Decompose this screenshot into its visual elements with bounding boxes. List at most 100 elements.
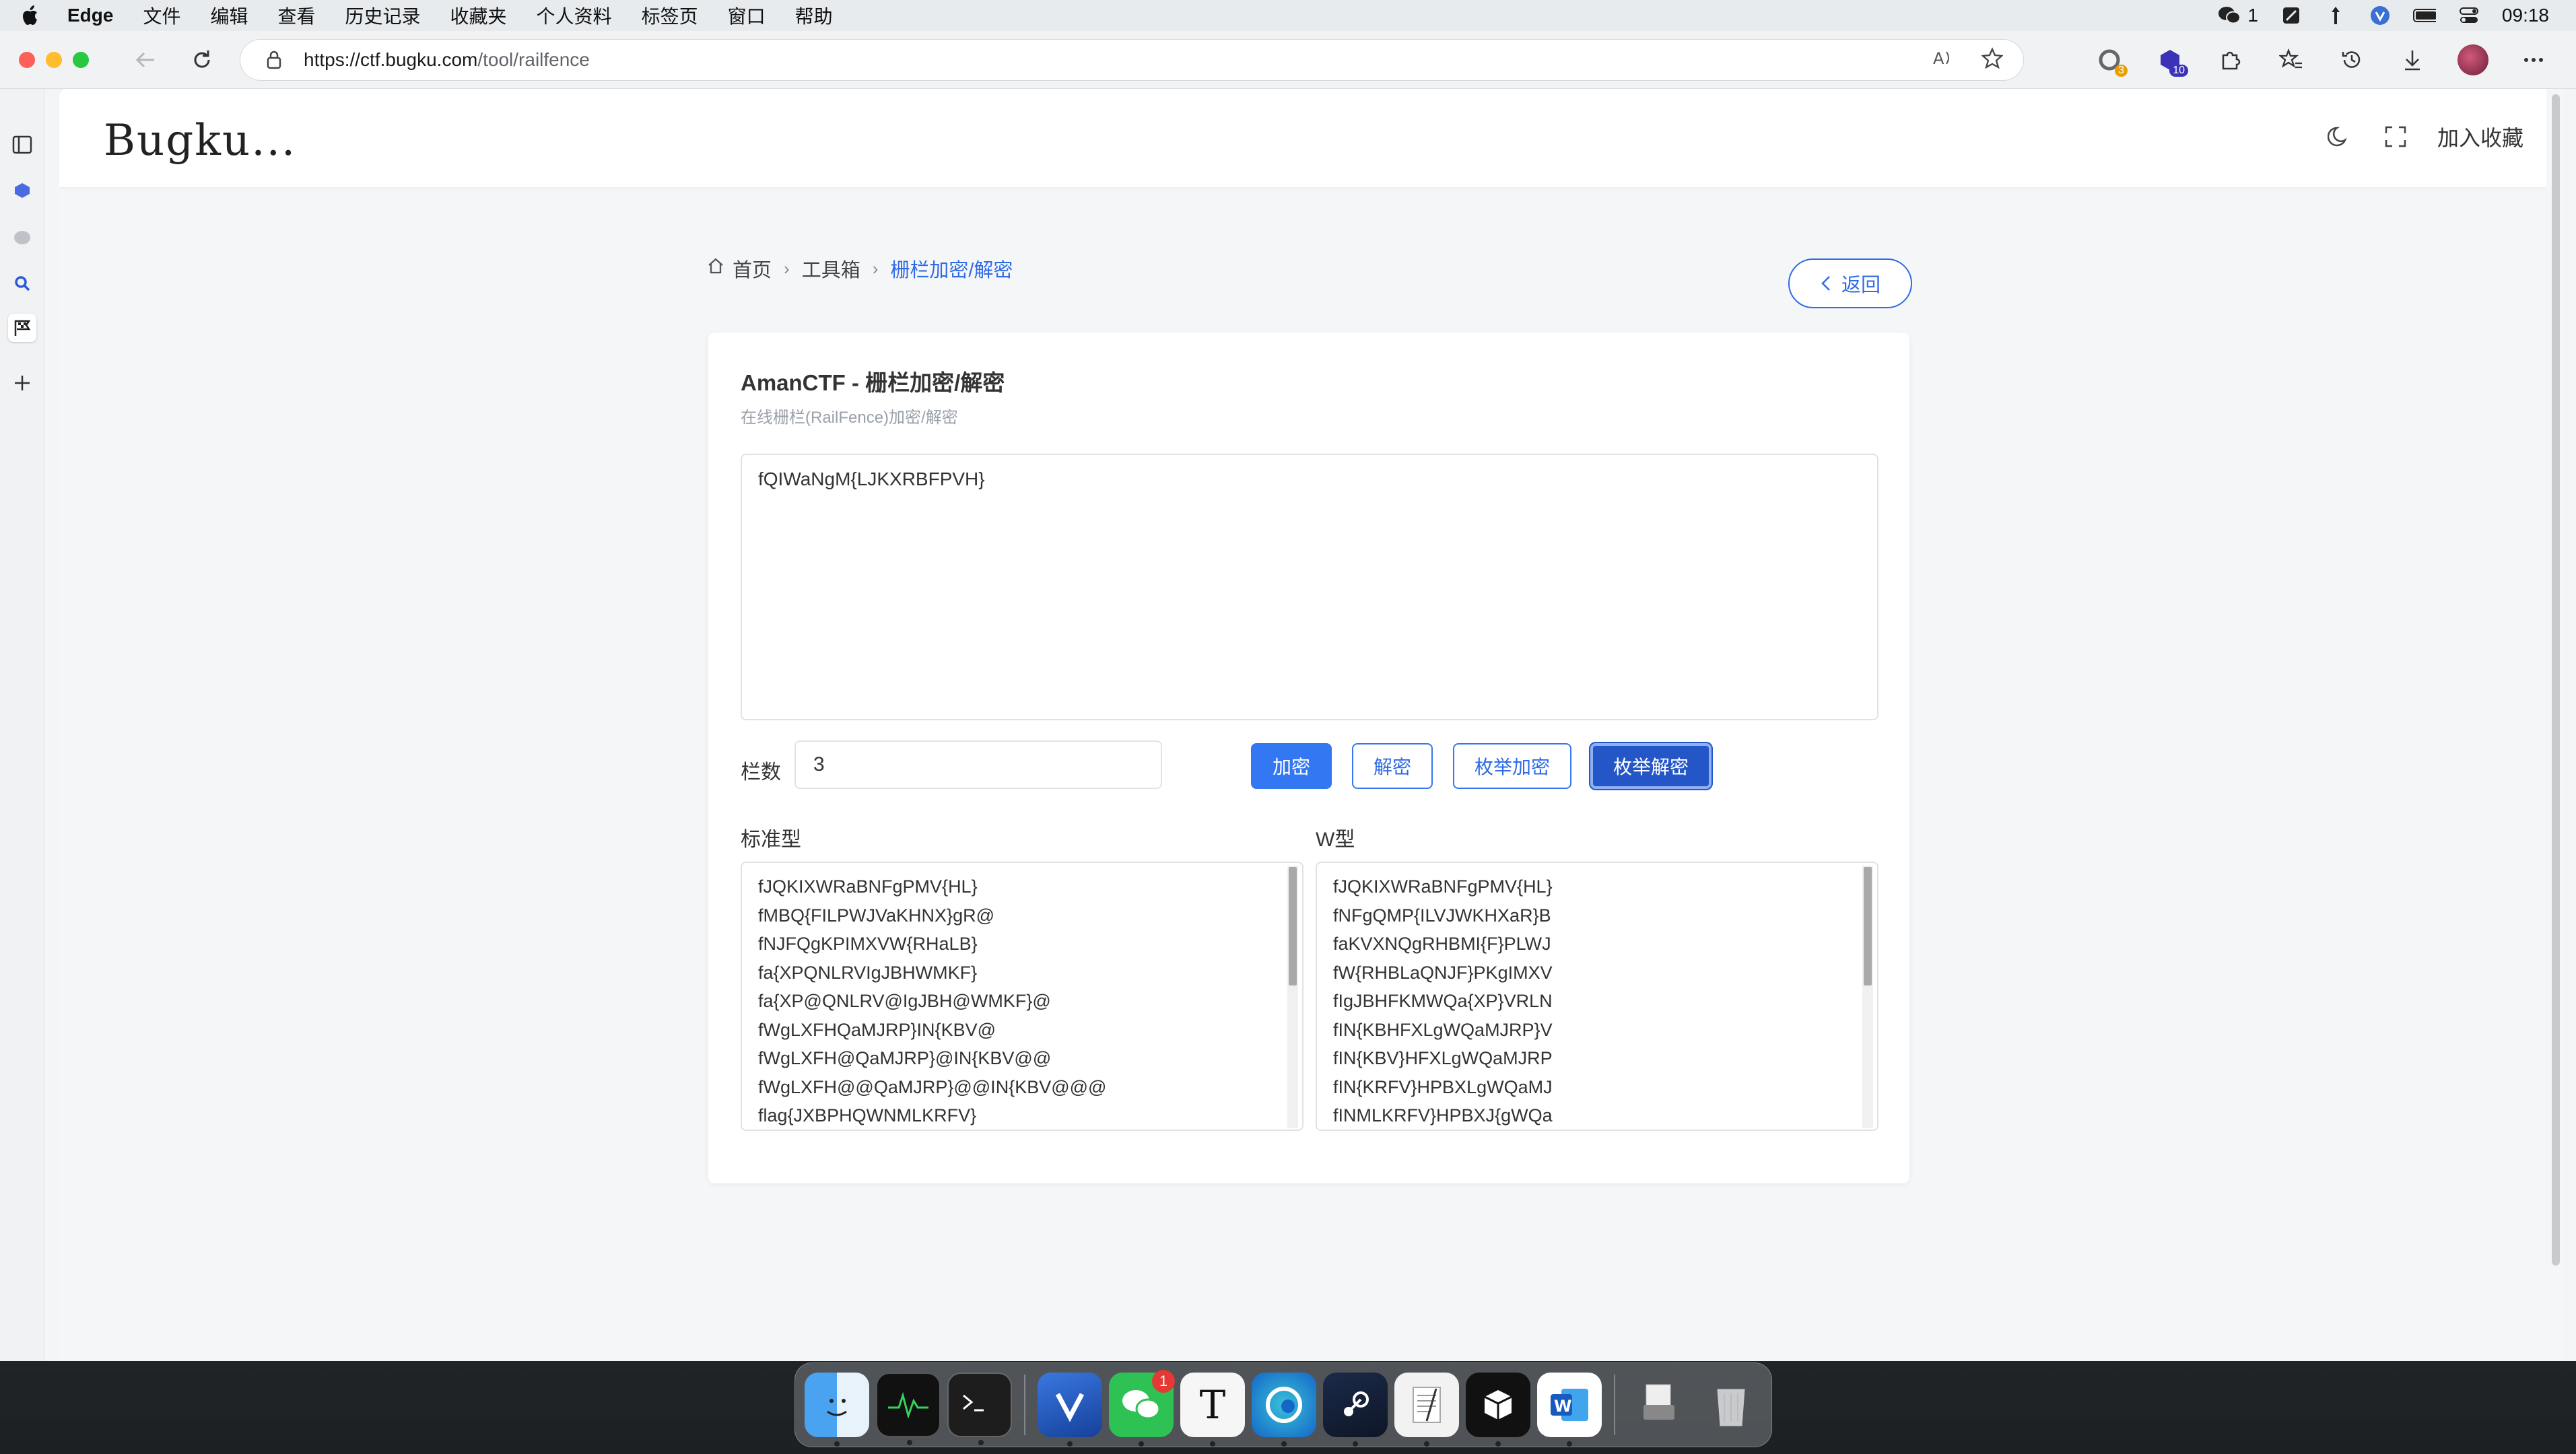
favorites-icon[interactable] [2276, 44, 2307, 75]
menu-profile[interactable]: 个人资料 [537, 2, 612, 29]
menu-history[interactable]: 历史记录 [345, 2, 421, 29]
downloads-icon[interactable] [2397, 44, 2428, 75]
w-result-box[interactable]: fJQKIXWRaBNFgPMV{HL} fNFgQMP{ILVJWKHXaR}… [1316, 862, 1878, 1131]
menu-view[interactable]: 查看 [278, 2, 316, 29]
wechat-icon[interactable]: 1 [1109, 1370, 1175, 1447]
menu-favorites[interactable]: 收藏夹 [450, 2, 507, 29]
rails-count-input[interactable] [794, 740, 1162, 789]
trash-icon[interactable] [1699, 1373, 1763, 1437]
standard-results-list: fJQKIXWRaBNFgPMV{HL} fMBQ{FILPWJVaKHNX}g… [758, 872, 1106, 1130]
history-icon[interactable] [2336, 44, 2367, 75]
list-item: fW{RHBLaQNJF}PKgIMXV [1333, 962, 1553, 983]
close-window-button[interactable] [19, 51, 35, 68]
breadcrumb-separator-icon: › [784, 258, 790, 279]
print-queue-icon[interactable] [1627, 1373, 1692, 1437]
list-item: fWgLXFH@@QaMJRP}@@IN{KBV@@@ [758, 1076, 1107, 1097]
reload-button[interactable] [183, 41, 221, 79]
v2ray-icon[interactable] [1038, 1373, 1102, 1447]
enum-decrypt-button[interactable]: 枚举解密 [1590, 743, 1711, 789]
dark-mode-moon-icon[interactable] [2324, 122, 2354, 151]
svg-text:A: A [1933, 49, 1944, 68]
sidebar-tab-search-icon[interactable] [8, 269, 36, 298]
finder-icon[interactable] [805, 1373, 869, 1447]
wechat-status-icon[interactable] [2218, 5, 2241, 26]
list-item: fINMLKRFV}HPBXJ{gWQa [1333, 1105, 1553, 1126]
list-item: fJQKIXWRaBNFgPMV{HL} [1333, 876, 1553, 897]
profile-avatar[interactable] [2458, 44, 2488, 75]
tool-subtitle: 在线栅栏(RailFence)加密/解密 [741, 409, 958, 427]
read-aloud-icon[interactable]: A [1932, 48, 1955, 73]
back-button[interactable]: 返回 [1788, 258, 1912, 308]
typora-icon[interactable]: T [1180, 1373, 1245, 1447]
url-host: https://ctf.bugku.com [304, 49, 478, 70]
pen-tablet-icon[interactable] [2280, 5, 2303, 26]
browser-sidebar [0, 89, 44, 1361]
activity-monitor-icon[interactable] [876, 1373, 941, 1445]
steam-icon[interactable] [1323, 1373, 1388, 1447]
list-item: fWgLXFH@QaMJRP}@IN{KBV@@ [758, 1048, 1052, 1068]
menu-app-name[interactable]: Edge [67, 5, 113, 26]
favorite-star-icon[interactable] [1981, 46, 2004, 73]
enum-encrypt-button[interactable]: 枚举加密 [1453, 743, 1571, 789]
dock-separator [1024, 1375, 1025, 1435]
edge-browser-icon[interactable] [1252, 1373, 1316, 1447]
sidebar-tab-ctf-flag-icon[interactable] [8, 314, 36, 342]
window-controls [19, 51, 89, 68]
wechat-badge-icon: 1 [1152, 1370, 1175, 1393]
breadcrumb-tools[interactable]: 工具箱 [802, 254, 860, 283]
fullscreen-icon[interactable] [2381, 122, 2410, 151]
new-tab-plus-icon[interactable] [8, 369, 36, 397]
list-item: fIgJBHFKMWQa{XP}VRLN [1333, 991, 1553, 1011]
minimize-window-button[interactable] [46, 51, 62, 68]
terminal-icon[interactable] [947, 1373, 1012, 1445]
standard-scroll-thumb[interactable] [1289, 867, 1297, 985]
chevron-left-icon [1821, 276, 1830, 291]
home-icon[interactable] [707, 257, 724, 280]
extension-a-icon[interactable]: 3 [2094, 44, 2128, 77]
list-item: fJQKIXWRaBNFgPMV{HL} [758, 876, 978, 897]
clock: 09:18 [2501, 5, 2549, 26]
menu-file[interactable]: 文件 [143, 2, 180, 29]
word-icon[interactable]: W [1537, 1373, 1602, 1447]
breadcrumb: 首页 › 工具箱 › 栅栏加密/解密 [707, 254, 1013, 283]
textedit-icon[interactable] [1394, 1373, 1459, 1447]
extensions-puzzle-icon[interactable] [2215, 44, 2246, 75]
w-scroll-thumb[interactable] [1864, 867, 1872, 985]
railfence-tool-card: AmanCTF - 栅栏加密/解密 在线栅栏(RailFence)加密/解密 f… [708, 333, 1909, 1183]
back-nav-button[interactable] [127, 41, 164, 79]
mac-dock: 1 T W [794, 1362, 1772, 1447]
sidebar-tab-cloud-icon[interactable] [8, 223, 36, 252]
menu-edit[interactable]: 编辑 [210, 2, 248, 29]
wechat-count: 1 [2247, 5, 2258, 26]
address-bar[interactable]: https://ctf.bugku.com/tool/railfence A [240, 39, 2024, 81]
zoom-window-button[interactable] [73, 51, 89, 68]
standard-result-box[interactable]: fJQKIXWRaBNFgPMV{HL} fMBQ{FILPWJVaKHNX}g… [741, 862, 1303, 1131]
page-scrollbar[interactable] [2546, 89, 2564, 1361]
tab-actions-icon[interactable] [8, 131, 36, 159]
control-center-icon[interactable] [2458, 5, 2480, 26]
menu-help[interactable]: 帮助 [795, 2, 833, 29]
extension-b-icon[interactable]: 10 [2155, 44, 2188, 77]
transfer-arrows-icon[interactable] [2324, 5, 2347, 26]
battery-icon [2412, 5, 2436, 26]
vpn-icon[interactable] [2369, 5, 2392, 26]
lock-icon[interactable] [261, 50, 287, 70]
bookmark-link[interactable]: 加入收藏 [2437, 121, 2523, 152]
list-item: fa{XPQNLRVIgJBHWMKF} [758, 962, 978, 983]
mac-menubar: Edge 文件 编辑 查看 历史记录 收藏夹 个人资料 标签页 窗口 帮助 1 … [0, 0, 2576, 31]
apple-icon[interactable] [19, 3, 43, 28]
menu-tabs[interactable]: 标签页 [642, 2, 698, 29]
breadcrumb-home[interactable]: 首页 [733, 254, 772, 283]
encrypt-button[interactable]: 加密 [1251, 743, 1332, 789]
input-textarea[interactable]: fQIWaNgM{LJKXRBFPVH} [741, 454, 1878, 720]
breadcrumb-separator-icon: › [872, 258, 879, 279]
tool-title: AmanCTF - 栅栏加密/解密 [741, 370, 1005, 395]
parallels-cube-icon[interactable] [1466, 1373, 1530, 1447]
menu-window[interactable]: 窗口 [728, 2, 766, 29]
page-scroll-thumb[interactable] [2552, 94, 2560, 1266]
sidebar-tab-bugku-icon[interactable] [8, 176, 36, 205]
site-logo[interactable]: Bugku... [104, 116, 296, 166]
browser-window: https://ctf.bugku.com/tool/railfence A 3… [0, 31, 2576, 1361]
more-menu-icon[interactable] [2518, 44, 2549, 75]
decrypt-button[interactable]: 解密 [1352, 743, 1433, 789]
